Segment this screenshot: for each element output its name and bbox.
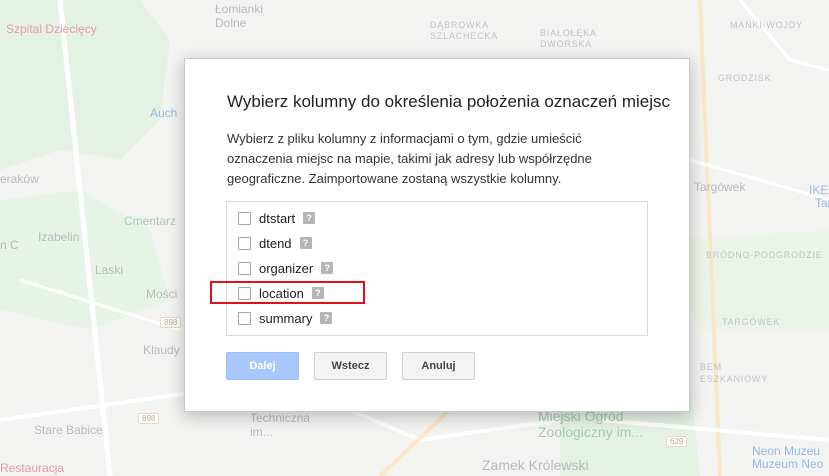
help-icon[interactable]: ? bbox=[321, 262, 334, 274]
column-row-dtstart[interactable]: dtstart ? bbox=[238, 209, 316, 227]
back-button[interactable]: Wstecz bbox=[314, 352, 387, 380]
column-row-summary[interactable]: summary ? bbox=[238, 309, 333, 327]
help-icon[interactable]: ? bbox=[320, 312, 333, 324]
next-button[interactable]: Dalej bbox=[226, 352, 299, 380]
checkbox[interactable] bbox=[238, 211, 251, 225]
column-row-organizer[interactable]: organizer ? bbox=[238, 259, 334, 277]
column-list: dtstart ? dtend ? organizer ? location ?… bbox=[226, 201, 648, 336]
column-row-dtend[interactable]: dtend ? bbox=[238, 234, 312, 252]
dialog-description: Wybierz z pliku kolumny z informacjami o… bbox=[227, 131, 592, 186]
select-location-columns-dialog: Wybierz kolumny do określenia położenia … bbox=[184, 58, 690, 412]
checkbox[interactable] bbox=[238, 311, 251, 325]
column-label: dtend bbox=[259, 235, 292, 251]
cancel-button[interactable]: Anuluj bbox=[402, 352, 475, 380]
help-icon[interactable]: ? bbox=[303, 212, 316, 224]
location-highlight-box bbox=[210, 281, 365, 304]
column-label: organizer bbox=[259, 260, 314, 276]
column-label: summary bbox=[259, 310, 313, 326]
checkbox[interactable] bbox=[238, 261, 251, 275]
checkbox[interactable] bbox=[238, 236, 251, 250]
dialog-title: Wybierz kolumny do określenia położenia … bbox=[227, 92, 671, 111]
column-label: dtstart bbox=[259, 210, 296, 226]
help-icon[interactable]: ? bbox=[299, 237, 312, 249]
